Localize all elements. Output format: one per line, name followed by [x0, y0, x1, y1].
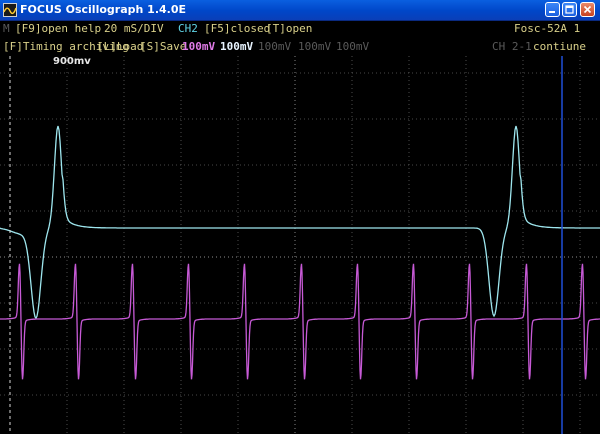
help-menu-item[interactable]: [F9]open help: [15, 21, 101, 37]
open-menu-item[interactable]: [T]open: [266, 21, 312, 37]
maximize-icon: [565, 5, 574, 14]
title-bar[interactable]: FOCUS Oscillograph 1.4.0E: [0, 0, 600, 21]
menu-row-top: M [F9]open help 20 mS/DIV CH2 [F5]closed…: [0, 21, 600, 37]
voltage-marker-label: 900mv: [53, 56, 91, 67]
scope-screen[interactable]: [0, 56, 600, 434]
ch5-volts-readout[interactable]: 100mV: [336, 39, 369, 55]
device-label: Fosc-52A 1: [514, 22, 581, 35]
maximize-button[interactable]: [562, 2, 577, 17]
load-menu-item[interactable]: [L]Load: [97, 39, 143, 55]
scope-background: [0, 56, 600, 434]
app-icon: [3, 3, 17, 17]
ch3-volts-readout[interactable]: 100mV: [258, 39, 291, 55]
continue-button[interactable]: contiune: [533, 39, 586, 55]
channel-select[interactable]: CH2: [178, 21, 198, 37]
timebase-readout[interactable]: 20 mS/DIV: [104, 21, 164, 37]
minimize-icon: [549, 11, 555, 13]
close-icon: [583, 5, 592, 14]
save-menu-item[interactable]: [S]Save: [140, 39, 186, 55]
window-title: FOCUS Oscillograph 1.4.0E: [20, 3, 186, 16]
mode-label: M: [3, 22, 10, 35]
oscilloscope-window: FOCUS Oscillograph 1.4.0E M [F9]open hel…: [0, 0, 600, 434]
ch4-volts-readout[interactable]: 100mV: [298, 39, 331, 55]
channel-diff-label: CH 2-1: [492, 40, 532, 53]
minimize-button[interactable]: [545, 2, 560, 17]
close-button[interactable]: [580, 2, 595, 17]
menu-row-bottom: [F]Timing archiving [L]Load [S]Save 100m…: [0, 39, 600, 55]
closed-menu-item[interactable]: [F5]closed: [204, 21, 270, 37]
ch2-volts-readout[interactable]: 100mV: [220, 39, 253, 55]
ch1-volts-readout[interactable]: 100mV: [182, 39, 215, 55]
